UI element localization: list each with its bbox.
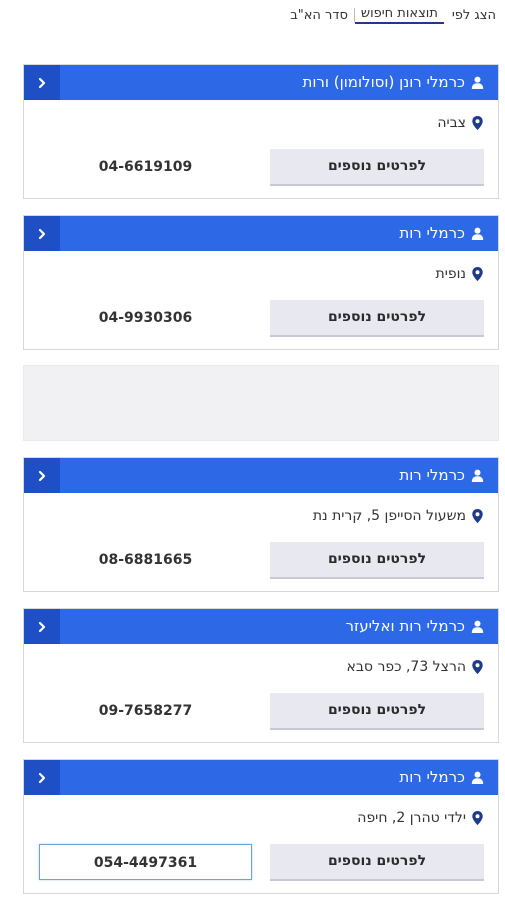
result-card: כרמלי רות ואליעזר הרצל 73, כפר סבא לפרטי… [23, 608, 499, 743]
more-details-button[interactable]: לפרטים נוספים [270, 300, 484, 337]
sort-label: הצג לפי [451, 7, 496, 23]
result-header: כרמלי רות [24, 760, 498, 795]
result-card: כרמלי רונן (וסולומון) ורות צביה לפרטים נ… [23, 64, 499, 199]
expand-toggle-button[interactable] [24, 65, 60, 100]
result-header: כרמלי רות [24, 216, 498, 251]
user-icon [471, 76, 484, 89]
result-name-text: כרמלי רונן (וסולומון) ורות [302, 73, 465, 91]
result-address-text: הרצל 73, כפר סבא [346, 659, 466, 675]
location-pin-icon [472, 509, 483, 523]
result-address: צביה [437, 115, 483, 131]
result-address: הרצל 73, כפר סבא [346, 659, 483, 675]
result-name-text: כרמלי רות [399, 768, 465, 786]
user-icon [471, 469, 484, 482]
expand-toggle-button[interactable] [24, 760, 60, 795]
result-name: כרמלי רות ואליעזר [346, 609, 484, 644]
user-icon [471, 771, 484, 784]
more-details-button[interactable]: לפרטים נוספים [270, 542, 484, 579]
result-name: כרמלי רות [399, 458, 484, 493]
phone-number[interactable]: 054-4497361 [39, 844, 252, 880]
phone-number[interactable]: 08-6881665 [39, 542, 252, 578]
chevron-right-icon [38, 470, 46, 481]
chevron-right-icon [38, 621, 46, 632]
result-name-text: כרמלי רות [399, 466, 465, 484]
result-card: כרמלי רות ילדי טהרן 2, חיפה לפרטים נוספי… [23, 759, 499, 894]
result-address-text: צביה [437, 115, 466, 131]
phone-number[interactable]: 09-7658277 [39, 693, 252, 729]
result-address: משעול הסייפן 5, קרית נת [313, 508, 483, 524]
sort-bar: הצג לפי תוצאות חיפוש סדר הא"ב [284, 6, 496, 24]
result-name: כרמלי רונן (וסולומון) ורות [302, 65, 484, 100]
location-pin-icon [472, 660, 483, 674]
expand-toggle-button[interactable] [24, 609, 60, 644]
phone-number[interactable]: 04-6619109 [39, 149, 252, 185]
location-pin-icon [472, 811, 483, 825]
sort-divider [353, 8, 355, 22]
location-pin-icon [472, 116, 483, 130]
result-address-text: ילדי טהרן 2, חיפה [357, 810, 466, 826]
result-name-text: כרמלי רות [399, 224, 465, 242]
ad-placeholder [23, 365, 499, 441]
sort-option-search-results[interactable]: תוצאות חיפוש [354, 6, 444, 24]
result-address: נופית [436, 266, 484, 282]
user-icon [471, 227, 484, 240]
sort-option-alphabetical[interactable]: סדר הא"ב [284, 8, 354, 23]
chevron-right-icon [38, 228, 46, 239]
result-address: ילדי טהרן 2, חיפה [357, 810, 483, 826]
result-card: כרמלי רות נופית לפרטים נוספים 04-9930306 [23, 215, 499, 350]
more-details-button[interactable]: לפרטים נוספים [270, 693, 484, 730]
result-name: כרמלי רות [399, 216, 484, 251]
more-details-button[interactable]: לפרטים נוספים [270, 844, 484, 881]
result-header: כרמלי רות ואליעזר [24, 609, 498, 644]
chevron-right-icon [38, 77, 46, 88]
expand-toggle-button[interactable] [24, 216, 60, 251]
result-address-text: משעול הסייפן 5, קרית נת [312, 508, 466, 524]
result-address-text: נופית [435, 266, 467, 282]
result-header: כרמלי רות [24, 458, 498, 493]
expand-toggle-button[interactable] [24, 458, 60, 493]
more-details-button[interactable]: לפרטים נוספים [270, 149, 484, 186]
phone-number[interactable]: 04-9930306 [39, 300, 252, 336]
chevron-right-icon [38, 772, 46, 783]
result-name: כרמלי רות [399, 760, 484, 795]
user-icon [471, 620, 484, 633]
location-pin-icon [472, 267, 483, 281]
result-header: כרמלי רונן (וסולומון) ורות [24, 65, 498, 100]
result-card: כרמלי רות משעול הסייפן 5, קרית נת לפרטים… [23, 457, 499, 592]
result-name-text: כרמלי רות ואליעזר [345, 617, 465, 635]
